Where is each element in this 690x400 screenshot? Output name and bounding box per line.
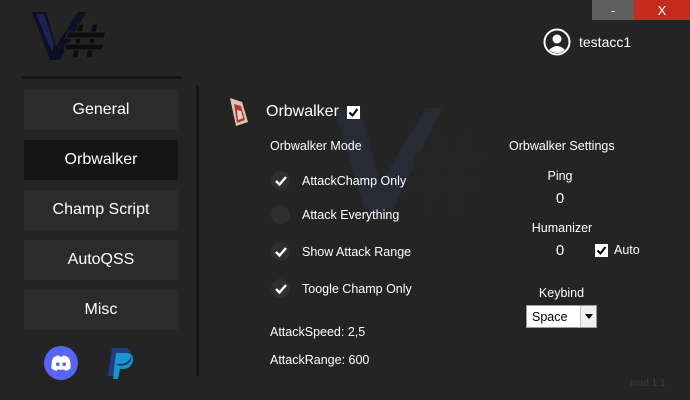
option-label: Show Attack Range — [302, 244, 412, 259]
orbwalker-settings-label: Orbwalker Settings — [509, 139, 615, 153]
chevron-down-icon[interactable] — [580, 306, 596, 327]
show-attack-range-radio[interactable] — [271, 242, 290, 261]
app-logo-icon — [32, 12, 107, 60]
user-account[interactable]: testacc1 — [543, 28, 631, 56]
username: testacc1 — [579, 34, 632, 50]
keybind-select[interactable]: Space — [526, 305, 597, 328]
check-icon — [274, 283, 287, 294]
attack-range-readout: AttackRange: 600 — [270, 353, 370, 367]
check-icon — [596, 245, 607, 255]
keybind-label: Keybind — [538, 286, 585, 300]
option-attackchamp-only[interactable]: AttackChamp Only — [271, 171, 406, 190]
attack-everything-radio[interactable] — [271, 205, 290, 224]
check-icon — [274, 246, 287, 257]
ping-label: Ping — [547, 169, 573, 183]
check-icon — [274, 175, 287, 186]
sidebar-item-general[interactable]: General — [24, 90, 178, 130]
auto-toggle[interactable]: Auto — [595, 243, 640, 257]
sidebar-item-autoqss[interactable]: AutoQSS — [24, 240, 178, 280]
close-button[interactable]: X — [634, 0, 690, 20]
option-show-attack-range[interactable]: Show Attack Range — [271, 242, 411, 261]
paypal-icon[interactable] — [104, 346, 136, 380]
user-circle-icon — [543, 28, 571, 56]
attack-speed-readout: AttackSpeed: 2,5 — [270, 325, 366, 339]
option-toogle-champ-only[interactable]: Toogle Champ Only — [271, 279, 412, 298]
attackchamp-only-radio[interactable] — [271, 171, 290, 190]
sidebar-item-champ-script[interactable]: Champ Script — [24, 190, 178, 230]
section-title: Orbwalker — [266, 103, 360, 121]
auto-label: Auto — [614, 243, 640, 257]
orbwalker-enable-checkbox[interactable] — [346, 105, 360, 119]
option-attack-everything[interactable]: Attack Everything — [271, 205, 399, 224]
champion-portrait-icon — [230, 98, 248, 126]
toogle-champ-only-radio[interactable] — [271, 279, 290, 298]
minimize-button[interactable]: - — [592, 0, 634, 20]
version-text: load 1.1 — [630, 378, 666, 389]
check-icon — [348, 107, 359, 117]
option-label: Attack Everything — [302, 207, 400, 222]
sidebar-top-divider — [22, 76, 182, 79]
sidebar-item-misc[interactable]: Misc — [24, 290, 178, 330]
sidebar-item-orbwalker[interactable]: Orbwalker — [24, 140, 178, 180]
page-title: Orbwalker — [266, 103, 339, 120]
keybind-value: Space — [532, 309, 568, 324]
humanizer-label: Humanizer — [531, 221, 593, 235]
orbwalker-mode-label: Orbwalker Mode — [270, 139, 362, 153]
sidebar-divider — [196, 86, 199, 376]
ping-value[interactable]: 0 — [530, 190, 590, 207]
auto-checkbox[interactable] — [595, 243, 608, 257]
option-label: Toogle Champ Only — [302, 281, 412, 296]
option-label: AttackChamp Only — [302, 173, 407, 188]
humanizer-value[interactable]: 0 — [530, 242, 590, 259]
discord-icon[interactable] — [44, 346, 78, 380]
